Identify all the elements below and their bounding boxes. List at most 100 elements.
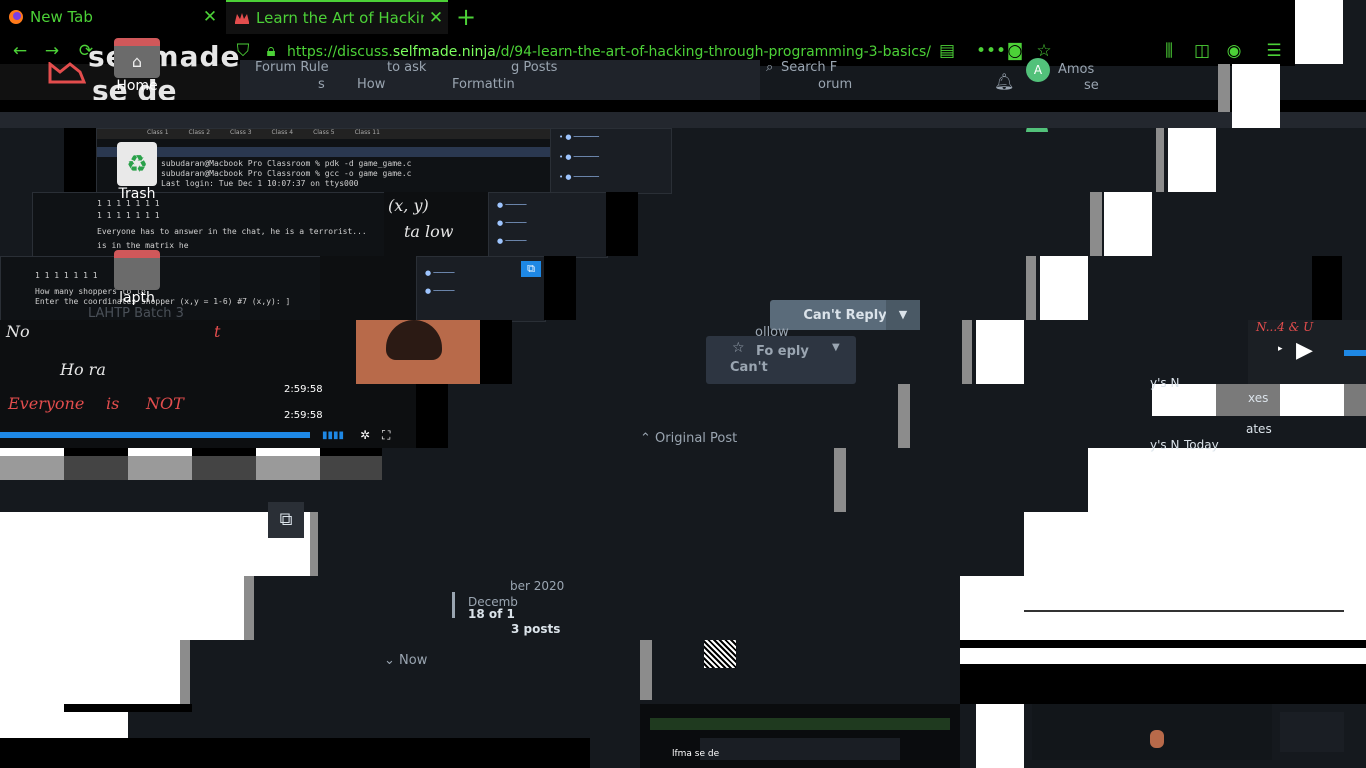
scrubber-handle[interactable]	[452, 592, 455, 618]
class-tab: Class 4	[271, 129, 294, 136]
back-arrow-icon[interactable]: ←	[9, 41, 31, 61]
handwriting: N...4 & U	[1256, 320, 1314, 334]
desktop-icon-label: lapth	[119, 290, 155, 306]
chat-item: • ● ──────	[559, 153, 599, 161]
side-text: xes	[1248, 391, 1269, 405]
new-tab-button[interactable]: +	[452, 2, 480, 32]
nav-writing-posts[interactable]: g Posts	[511, 60, 557, 75]
thumbnail-tabbar	[650, 718, 950, 730]
url-path: /d/94-learn-the-art-of-hacking-through-p…	[495, 44, 931, 60]
play-icon[interactable]: ▶	[1296, 338, 1313, 363]
sidebar-icon[interactable]: ◫	[1191, 41, 1213, 61]
previous-icon[interactable]: ▸	[1278, 344, 1283, 354]
glitch-black-block	[64, 128, 96, 192]
home-folder-icon: ⌂	[114, 38, 160, 78]
chat-item: • ● ──────	[559, 173, 599, 181]
taskbar-thumbnail[interactable]	[1032, 704, 1272, 760]
handwriting: NOT	[146, 394, 184, 413]
chat-item: ● ─────	[497, 201, 527, 209]
glitch-grey-block	[1090, 192, 1102, 256]
glitch-black-band	[960, 640, 1366, 648]
glitch-white-region	[0, 576, 244, 640]
nav-how[interactable]: How	[357, 77, 385, 92]
glitch-black-block	[544, 256, 576, 320]
desktop-icon-trash[interactable]: ♻ Trash	[107, 142, 167, 202]
tag-label[interactable]: LAHTP Batch 3	[88, 306, 184, 321]
user-name[interactable]: Amos	[1058, 62, 1094, 77]
handwriting: t	[214, 322, 221, 341]
cant-reply-fragment: Can't	[730, 360, 768, 375]
lock-icon[interactable]: 🔒︎	[260, 41, 282, 61]
now-link[interactable]: ⌄ Now	[384, 653, 427, 668]
search-input[interactable]: Search F	[781, 60, 837, 75]
external-link-icon[interactable]: ⧉	[268, 502, 304, 538]
url-prefix: https://discuss.	[287, 44, 393, 60]
terminal-line: 1 1 1 1 1 1 1	[35, 271, 98, 280]
player-progress-bar[interactable]	[1344, 350, 1366, 356]
close-tab-icon[interactable]: ✕	[198, 7, 222, 27]
selfmade-logo-icon[interactable]	[48, 60, 87, 84]
glitch-white-region	[0, 640, 180, 704]
account-icon[interactable]: ◉	[1223, 41, 1245, 61]
glitch-white-block	[1168, 128, 1216, 192]
close-tab-icon[interactable]: ✕	[424, 8, 448, 28]
whiteboard-fragment	[320, 256, 416, 320]
hamburger-menu-icon[interactable]: ☰	[1263, 41, 1285, 61]
nav-forum-rules[interactable]: Forum Rule	[255, 60, 329, 75]
whiteboard-fragment: Everyone is NOT	[0, 384, 280, 448]
glitch-black-band	[0, 100, 1366, 112]
trash-icon: ♻	[117, 142, 157, 186]
star-icon: ☆	[732, 340, 745, 356]
class-tab: Class 2	[188, 129, 211, 136]
glitch-stripe	[0, 456, 382, 480]
reader-view-icon[interactable]: ▤	[936, 41, 958, 61]
glitch-white-region	[1088, 448, 1366, 576]
terminal-line: is in the matrix he	[97, 241, 189, 250]
forum-link[interactable]: orum	[818, 77, 852, 92]
cant-reply-button[interactable]: Can't Reply ▼	[770, 300, 920, 330]
original-post-link[interactable]: ⌃ Original Post	[640, 431, 737, 446]
forward-arrow-icon[interactable]: →	[41, 41, 63, 61]
glitch-grey-block	[1156, 128, 1164, 192]
settings-icon[interactable]: ✲	[360, 428, 370, 442]
desktop-icon-home[interactable]: ⌂ Home	[107, 38, 167, 94]
tab-title: Learn the Art of Hacking	[256, 9, 424, 27]
desktop-icon-label: Home	[116, 78, 158, 94]
notification-bell-icon[interactable]: 🔔︎	[994, 72, 1014, 91]
video-time: 2:59:58	[284, 410, 323, 421]
tab-learn-hacking[interactable]: Learn the Art of Hacking ✕	[226, 0, 448, 34]
chevron-down-icon[interactable]: ▼	[832, 342, 840, 353]
nav-how-to-ask[interactable]: to ask	[387, 60, 426, 75]
more-actions-icon[interactable]: •••	[976, 41, 1006, 61]
folder-icon	[114, 250, 160, 290]
scrubber-position: 18 of 1	[468, 607, 515, 621]
glitch-black-block	[606, 192, 638, 256]
handwriting: Ho ra	[60, 360, 106, 379]
nav-fragment[interactable]: s	[318, 77, 325, 92]
side-text: ates	[1246, 422, 1272, 436]
original-post-label: Original Post	[655, 431, 738, 446]
tab-title: New Tab	[30, 8, 93, 26]
chevron-down-icon[interactable]: ▼	[886, 300, 920, 330]
pocket-icon[interactable]: ◙	[1004, 41, 1026, 61]
taskbar-thumbnail[interactable]	[1280, 712, 1344, 752]
nav-formatting[interactable]: Formattin	[452, 77, 515, 92]
fullscreen-icon[interactable]: ⛶	[382, 428, 390, 443]
glitch-black-band	[64, 704, 192, 712]
glitch-grey-block	[898, 384, 910, 448]
scrubber-month: ber 2020	[510, 579, 565, 593]
glitch-grey-block	[244, 576, 254, 640]
video-progress-bar[interactable]	[0, 432, 310, 438]
chat-item: ● ─────	[497, 219, 527, 227]
terminal-screenshot: 1 1 1 1 1 1 1 1 1 1 1 1 1 1 Everyone has…	[32, 192, 386, 258]
library-icon[interactable]: ⫼	[1158, 41, 1180, 61]
glitch-grey-block	[640, 640, 652, 700]
desktop-icon-lapth[interactable]: lapth	[107, 250, 167, 306]
class-tab: Class 1	[147, 129, 169, 136]
chat-panel-screenshot: ⧉ ● ───── ● ─────	[416, 256, 546, 322]
glitch-grey-block	[834, 448, 846, 512]
search-icon[interactable]: ⌕	[766, 60, 773, 75]
tab-new-tab[interactable]: New Tab ✕	[0, 0, 222, 34]
avatar[interactable]: A	[1026, 58, 1050, 82]
volume-icon[interactable]: ▮▮▮▮	[322, 430, 344, 441]
